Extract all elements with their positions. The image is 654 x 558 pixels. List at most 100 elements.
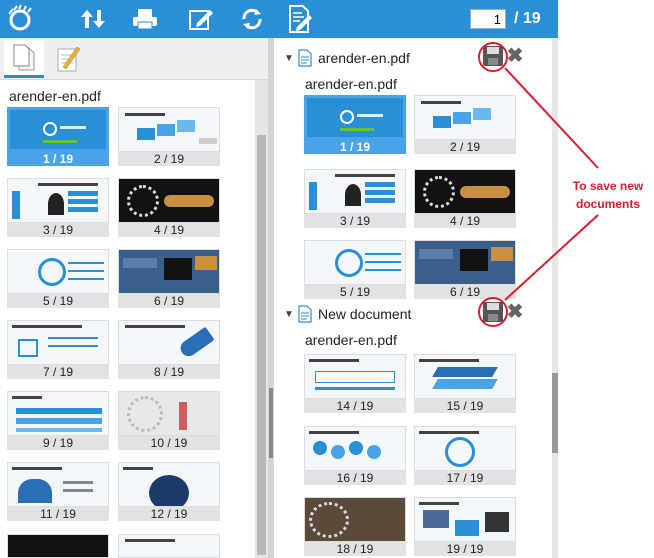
thumb-label: 17 / 19 [414, 471, 516, 485]
rotate-icon[interactable] [236, 3, 268, 35]
doc2-save-icon[interactable] [482, 301, 504, 323]
thumb-label: 16 / 19 [304, 471, 406, 485]
page-navigator: / 19 [470, 9, 541, 29]
right-doc1-thumb-3[interactable]: 3 / 19 [304, 169, 406, 228]
thumb-image [414, 354, 516, 399]
left-tabs [0, 38, 268, 80]
splitter-grip[interactable] [269, 388, 273, 458]
left-thumb-11[interactable]: 11 / 19 [7, 462, 109, 521]
thumb-label: 15 / 19 [414, 399, 516, 413]
left-doc-title: arender-en.pdf [9, 88, 101, 104]
thumb-label: 19 / 19 [414, 542, 516, 556]
annotation-text: To save new documents [565, 177, 651, 213]
left-thumb-9[interactable]: 9 / 19 [7, 391, 109, 450]
left-thumb-6[interactable]: 6 / 19 [118, 249, 220, 308]
thumb-label: 4 / 19 [414, 214, 516, 228]
left-thumb-7[interactable]: 7 / 19 [7, 320, 109, 379]
notes-tab[interactable] [48, 40, 88, 78]
thumbnails-tab[interactable] [4, 40, 44, 78]
thumb-label: 1 / 19 [304, 140, 406, 154]
thumb-label: 2 / 19 [118, 152, 220, 166]
thumb-image [118, 107, 220, 152]
thumb-label: 1 / 19 [7, 152, 109, 166]
right-doc1-thumb-6[interactable]: 6 / 19 [414, 240, 516, 299]
thumb-image [304, 240, 406, 285]
thumb-image [304, 426, 406, 471]
doc1-header[interactable]: ▼ arender-en.pdf [284, 47, 410, 69]
left-scrollbar-thumb[interactable] [257, 135, 266, 555]
thumb-label: 11 / 19 [7, 507, 109, 521]
right-doc2-thumb-1[interactable]: 14 / 19 [304, 354, 406, 413]
thumb-label: 8 / 19 [118, 365, 220, 379]
doc1-close-icon[interactable]: ✖ [506, 46, 524, 66]
right-scrollbar-thumb[interactable] [552, 373, 558, 453]
left-thumb-4[interactable]: 4 / 19 [118, 178, 220, 237]
doc2-name: New document [318, 306, 412, 322]
thumb-label: 10 / 19 [118, 436, 220, 450]
thumb-image [304, 95, 406, 140]
thumb-image [304, 169, 406, 214]
right-doc2-thumb-3[interactable]: 16 / 19 [304, 426, 406, 485]
annotate-icon[interactable] [185, 3, 217, 35]
left-thumb-12[interactable]: 12 / 19 [118, 462, 220, 521]
thumb-label: 7 / 19 [7, 365, 109, 379]
thumb-label: 4 / 19 [118, 223, 220, 237]
thumb-label: 9 / 19 [7, 436, 109, 450]
thumb-label: 5 / 19 [304, 285, 406, 299]
left-thumb-3[interactable]: 3 / 19 [7, 178, 109, 237]
thumb-image [7, 462, 109, 507]
thumb-image [118, 462, 220, 507]
right-doc2-thumb-6[interactable]: 19 / 19 [414, 497, 516, 556]
left-thumb-2[interactable]: 2 / 19 [118, 107, 220, 166]
print-icon[interactable] [129, 3, 161, 35]
thumb-image [304, 354, 406, 399]
thumb-image [7, 391, 109, 436]
annotation-line1: To save new [572, 179, 644, 193]
sort-icon[interactable] [77, 3, 109, 35]
thumb-image [414, 240, 516, 285]
right-scrollbar[interactable] [552, 38, 558, 558]
doc2-close-icon[interactable]: ✖ [506, 302, 524, 322]
right-doc1-thumb-1[interactable]: 1 / 19 [304, 95, 406, 154]
thumb-image [7, 178, 109, 223]
thumb-label: 12 / 19 [118, 507, 220, 521]
left-thumb-13-partial[interactable] [7, 534, 109, 558]
thumb-image [7, 107, 109, 152]
toolbar: / 19 [0, 0, 558, 38]
right-doc1-thumb-4[interactable]: 4 / 19 [414, 169, 516, 228]
right-doc2-thumb-4[interactable]: 17 / 19 [414, 426, 516, 485]
doc1-save-icon[interactable] [482, 45, 504, 67]
pdf-file-icon [298, 49, 312, 67]
page-total: / 19 [514, 10, 541, 27]
thumb-label: 5 / 19 [7, 294, 109, 308]
thumb-image [118, 320, 220, 365]
collapse-icon[interactable]: ▼ [284, 53, 298, 64]
thumb-label: 6 / 19 [118, 294, 220, 308]
right-doc2-thumb-5[interactable]: 18 / 19 [304, 497, 406, 556]
left-thumb-10[interactable]: 10 / 19 [118, 391, 220, 450]
doc2-header[interactable]: ▼ New document [284, 303, 411, 325]
doc1-name: arender-en.pdf [318, 50, 410, 66]
thumb-image [414, 426, 516, 471]
page-number-input[interactable] [470, 9, 506, 29]
left-thumb-5[interactable]: 5 / 19 [7, 249, 109, 308]
collapse-icon[interactable]: ▼ [284, 309, 298, 320]
left-thumb-1[interactable]: 1 / 19 [7, 107, 109, 166]
thumb-label: 2 / 19 [414, 140, 516, 154]
left-thumb-14-partial[interactable] [118, 534, 220, 558]
thumb-label: 3 / 19 [7, 223, 109, 237]
right-doc2-thumb-2[interactable]: 15 / 19 [414, 354, 516, 413]
left-thumb-8[interactable]: 8 / 19 [118, 320, 220, 379]
right-panel: ▼ arender-en.pdf ✖ arender-en.pdf 1 / 19… [274, 38, 558, 558]
document-edit-icon[interactable] [284, 3, 316, 35]
logo-icon[interactable] [4, 3, 36, 35]
thumb-image [414, 497, 516, 542]
left-panel: arender-en.pdf 1 / 19 2 / 19 3 / 19 4 / … [0, 38, 268, 558]
left-scrollbar[interactable] [255, 80, 268, 558]
thumb-label: 3 / 19 [304, 214, 406, 228]
right-doc1-thumb-2[interactable]: 2 / 19 [414, 95, 516, 154]
right-doc1-thumb-5[interactable]: 5 / 19 [304, 240, 406, 299]
thumb-image [304, 497, 406, 542]
thumb-image [118, 391, 220, 436]
annotation-line2: documents [575, 197, 640, 211]
